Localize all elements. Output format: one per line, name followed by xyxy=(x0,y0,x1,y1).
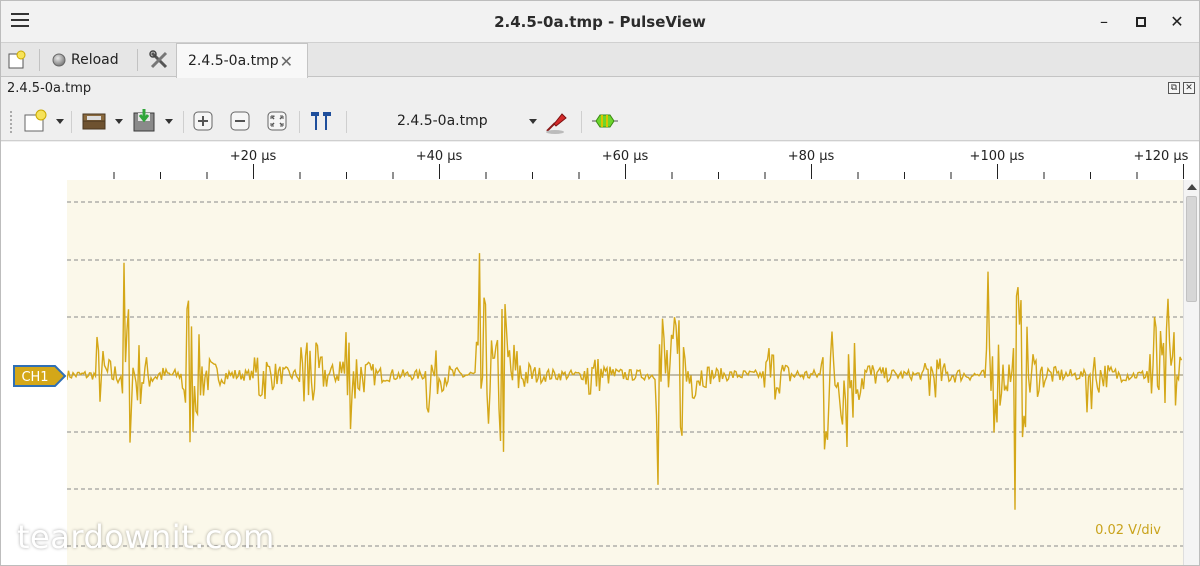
ch1-waveform xyxy=(67,201,1183,547)
new-session-icon xyxy=(8,50,26,69)
ruler-label-100us: +100 µs xyxy=(970,149,1025,164)
save-button[interactable] xyxy=(131,109,159,133)
toolbar-separator xyxy=(183,111,184,133)
maximize-icon xyxy=(1136,17,1146,27)
zoom-fit-button[interactable] xyxy=(266,109,288,133)
zoom-in-button[interactable] xyxy=(192,109,214,133)
ruler-label-60us: +60 µs xyxy=(602,149,649,164)
time-ruler[interactable]: +20 µs +40 µs +60 µs +80 µs +100 µs +120… xyxy=(1,142,1199,180)
toolbar-separator xyxy=(346,111,347,133)
vdiv-scale-label: 0.02 V/div xyxy=(1095,523,1161,538)
ruler-label-20us: +20 µs xyxy=(230,149,277,164)
trace-view[interactable]: CH1 0.02 V/div teardownit.com xyxy=(1,180,1183,565)
toolbar-grip[interactable] xyxy=(10,111,12,133)
close-window-button[interactable]: ✕ xyxy=(1166,11,1188,33)
watermark-text: teardownit.com xyxy=(17,518,275,556)
toolbar-separator xyxy=(299,111,300,133)
reload-label: Reload xyxy=(71,52,119,68)
new-session-button[interactable] xyxy=(7,47,27,73)
channel-label-ch1[interactable]: CH1 xyxy=(13,365,67,387)
settings-button[interactable] xyxy=(149,47,169,73)
probe-config-icon xyxy=(546,113,567,134)
ruler-label-80us: +80 µs xyxy=(788,149,835,164)
waveform-trace xyxy=(67,253,1183,510)
ruler-label-120us: +120 µs xyxy=(1134,149,1189,164)
device-selector-value: 2.4.5-0a.tmp xyxy=(397,113,488,129)
reload-button[interactable]: Reload xyxy=(51,47,119,73)
cursors-icon xyxy=(311,112,331,130)
zoom-in-icon xyxy=(193,111,213,131)
pulseview-window: 2.4.5-0a.tmp - PulseView – ✕ Reload 2.4.… xyxy=(0,0,1200,566)
new-view-button[interactable] xyxy=(23,109,49,133)
tab-label: 2.4.5-0a.tmp xyxy=(188,53,279,69)
ruler-ticks: +20 µs +40 µs +60 µs +80 µs +100 µs +120… xyxy=(113,149,1189,179)
minimize-button[interactable]: – xyxy=(1093,11,1115,33)
session-title: 2.4.5-0a.tmp xyxy=(7,81,92,96)
toolbar-separator xyxy=(71,111,72,133)
scrollbar-thumb[interactable] xyxy=(1186,196,1197,302)
float-view-button[interactable]: ⧉ xyxy=(1168,82,1180,94)
save-dropdown-arrow[interactable] xyxy=(165,119,173,124)
add-decoder-button[interactable] xyxy=(591,109,619,133)
maximize-button[interactable] xyxy=(1130,11,1152,33)
zoom-fit-icon xyxy=(267,111,287,131)
cursors-button[interactable] xyxy=(308,109,336,133)
add-decoder-icon xyxy=(592,114,618,128)
tab-separator xyxy=(137,49,138,71)
new-view-dropdown-arrow[interactable] xyxy=(56,119,64,124)
open-file-icon xyxy=(82,113,106,130)
window-title: 2.4.5-0a.tmp - PulseView xyxy=(494,13,706,31)
reload-icon xyxy=(52,53,66,67)
save-file-icon xyxy=(133,109,155,132)
zoom-out-button[interactable] xyxy=(229,109,251,133)
close-tab-icon[interactable]: ✕ xyxy=(280,52,293,71)
close-view-button[interactable]: ✕ xyxy=(1183,82,1195,94)
open-button[interactable] xyxy=(81,109,109,133)
toolbar-separator xyxy=(581,111,582,133)
chevron-down-icon xyxy=(529,119,537,124)
open-dropdown-arrow[interactable] xyxy=(115,119,123,124)
tab-bar: Reload 2.4.5-0a.tmp ✕ xyxy=(1,43,1199,78)
new-view-icon xyxy=(24,109,47,132)
title-bar: 2.4.5-0a.tmp - PulseView – ✕ xyxy=(1,1,1199,43)
channel-name: CH1 xyxy=(21,370,48,385)
device-selector[interactable]: 2.4.5-0a.tmp xyxy=(389,110,541,134)
probe-config-button[interactable] xyxy=(543,109,569,134)
main-toolbar: 2.4.5-0a.tmp xyxy=(1,101,1199,141)
settings-tools-icon xyxy=(149,50,168,69)
ruler-label-40us: +40 µs xyxy=(416,149,463,164)
scroll-up-arrow[interactable] xyxy=(1187,184,1197,190)
vertical-scrollbar[interactable] xyxy=(1183,180,1199,565)
tab-session-file[interactable]: 2.4.5-0a.tmp ✕ xyxy=(176,43,308,78)
zoom-out-icon xyxy=(230,111,250,131)
tab-separator xyxy=(39,49,40,71)
